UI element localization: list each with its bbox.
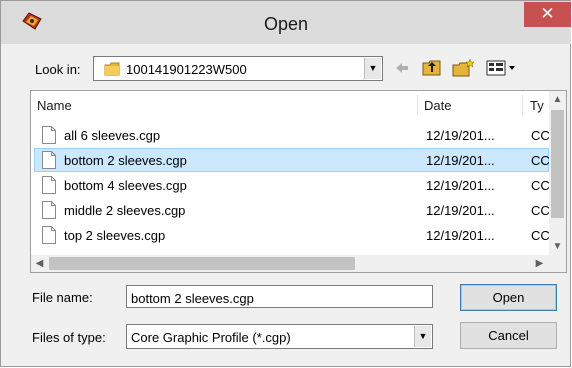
chevron-down-icon[interactable]: ▼ xyxy=(414,326,431,347)
view-menu-icon[interactable] xyxy=(485,57,519,79)
file-icon xyxy=(42,126,56,144)
open-dialog: Open ✕ Look in: 100141901223W500 ▼ Name … xyxy=(0,0,571,367)
file-type: CC xyxy=(531,228,550,243)
column-header-name[interactable]: Name xyxy=(31,91,417,118)
file-name: all 6 sleeves.cgp xyxy=(64,128,161,143)
column-header-type[interactable]: Ty xyxy=(530,91,550,118)
file-type-label: Files of type: xyxy=(32,330,106,345)
chevron-down-icon[interactable]: ▼ xyxy=(364,58,381,79)
cancel-button[interactable]: Cancel xyxy=(460,322,557,349)
file-row[interactable]: all 6 sleeves.cgp 12/19/201... CC xyxy=(31,123,551,148)
file-date: 12/19/201... xyxy=(426,178,495,193)
scroll-down-arrow-icon[interactable]: ▼ xyxy=(549,238,566,255)
file-date: 12/19/201... xyxy=(426,228,495,243)
file-type-dropdown[interactable]: Core Graphic Profile (*.cgp) ▼ xyxy=(126,324,433,349)
file-type: CC xyxy=(531,128,550,143)
file-icon xyxy=(42,176,56,194)
file-name: bottom 2 sleeves.cgp xyxy=(64,153,187,168)
file-name-input[interactable] xyxy=(126,285,433,308)
scroll-right-arrow-icon[interactable]: ▶ xyxy=(531,255,548,272)
file-row[interactable]: bottom 2 sleeves.cgp 12/19/201... CC xyxy=(31,148,551,173)
folder-icon xyxy=(104,62,120,76)
file-name-label: File name: xyxy=(32,290,93,305)
file-type-value: Core Graphic Profile (*.cgp) xyxy=(131,330,291,345)
file-row[interactable]: top 2 sleeves.cgp 12/19/201... CC xyxy=(31,223,551,248)
look-in-dropdown[interactable]: 100141901223W500 ▼ xyxy=(93,56,383,81)
file-icon xyxy=(42,201,56,219)
file-name: bottom 4 sleeves.cgp xyxy=(64,178,187,193)
file-date: 12/19/201... xyxy=(426,203,495,218)
new-folder-icon[interactable] xyxy=(451,57,475,79)
scroll-up-arrow-icon[interactable]: ▲ xyxy=(549,91,566,108)
vertical-scrollbar[interactable]: ▲ ▼ xyxy=(549,91,566,255)
vertical-scroll-thumb[interactable] xyxy=(551,110,564,218)
look-in-label: Look in: xyxy=(35,62,81,77)
window-title: Open xyxy=(263,14,309,34)
file-name: top 2 sleeves.cgp xyxy=(64,228,166,243)
close-button[interactable]: ✕ xyxy=(524,2,571,27)
file-type: CC xyxy=(531,153,550,168)
file-row[interactable]: middle 2 sleeves.cgp 12/19/201... CC xyxy=(31,198,551,223)
open-button[interactable]: Open xyxy=(460,284,557,311)
file-icon xyxy=(42,226,56,244)
horizontal-scroll-thumb[interactable] xyxy=(49,257,355,270)
column-separator[interactable] xyxy=(417,95,418,115)
look-in-value: 100141901223W500 xyxy=(126,62,247,77)
file-date: 12/19/201... xyxy=(426,153,495,168)
file-row[interactable]: bottom 4 sleeves.cgp 12/19/201... CC xyxy=(31,173,551,198)
back-arrow-icon[interactable] xyxy=(393,57,411,79)
scroll-left-arrow-icon[interactable]: ◀ xyxy=(31,255,48,272)
up-folder-icon[interactable] xyxy=(421,57,443,79)
file-name: middle 2 sleeves.cgp xyxy=(64,203,186,218)
file-date: 12/19/201... xyxy=(426,128,495,143)
column-separator[interactable] xyxy=(522,95,523,115)
file-list[interactable]: Name Date Ty all 6 sleeves.cgp 12/19/201… xyxy=(30,90,567,273)
title-bar[interactable]: Open ✕ xyxy=(1,1,571,44)
column-header-date[interactable]: Date xyxy=(424,91,524,118)
file-type: CC xyxy=(531,203,550,218)
file-type: CC xyxy=(531,178,550,193)
file-icon xyxy=(42,151,56,169)
horizontal-scrollbar[interactable]: ◀ ▶ xyxy=(31,255,566,272)
